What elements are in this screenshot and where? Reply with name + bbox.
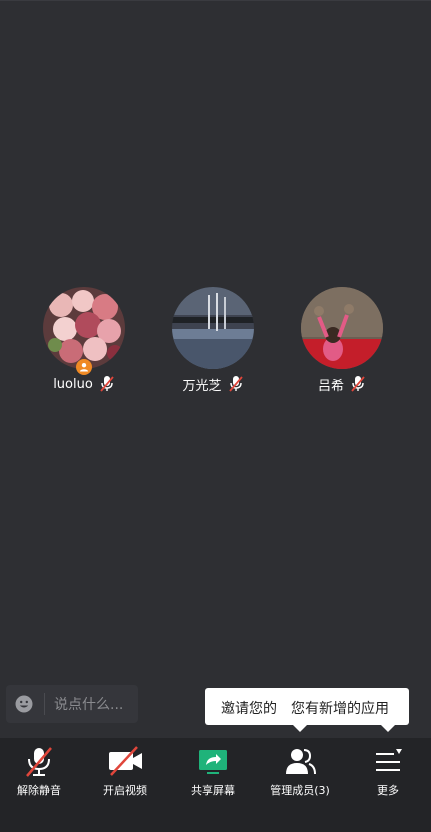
more-menu-icon bbox=[376, 749, 402, 771]
notification-tooltip[interactable]: 邀请您的 您有新增的应用 bbox=[205, 688, 409, 732]
start-video-label: 开启视频 bbox=[103, 784, 147, 797]
participant-name-row: 万光芝 bbox=[158, 375, 268, 394]
unmute-button[interactable]: 解除静音 bbox=[0, 738, 82, 832]
start-video-button[interactable]: 开启视频 bbox=[82, 738, 168, 832]
emoji-icon[interactable] bbox=[15, 695, 33, 713]
participant-grid: luoluo 万光芝 吕希 bbox=[0, 287, 431, 397]
share-screen-icon bbox=[199, 750, 227, 774]
manage-members-label: 管理成员(3) bbox=[270, 784, 330, 797]
participant-tile[interactable]: 吕希 bbox=[287, 287, 397, 397]
bottom-toolbar: 解除静音 开启视频 共享屏幕 管理成员(3) 更多 bbox=[0, 738, 431, 832]
avatar-image bbox=[301, 287, 383, 369]
mic-off-icon bbox=[351, 376, 365, 392]
participant-name: 吕希 bbox=[317, 378, 344, 394]
members-icon bbox=[286, 749, 316, 775]
avatar-image bbox=[172, 287, 254, 369]
participant-tile[interactable]: luoluo bbox=[29, 287, 139, 397]
video-off-icon bbox=[109, 746, 142, 776]
mic-off-icon bbox=[26, 747, 52, 777]
avatar bbox=[43, 287, 125, 375]
participant-name-row: 吕希 bbox=[287, 375, 397, 394]
tooltip-text-front: 您有新增的应用 bbox=[291, 698, 389, 718]
participant-name: luoluo bbox=[53, 376, 93, 392]
tooltip-arrow bbox=[381, 725, 395, 732]
top-divider bbox=[0, 0, 431, 1]
participant-tile[interactable]: 万光芝 bbox=[158, 287, 268, 397]
host-badge-icon bbox=[76, 359, 92, 375]
participant-name: 万光芝 bbox=[182, 378, 222, 394]
participant-name-row: luoluo bbox=[29, 375, 139, 393]
avatar-image bbox=[43, 287, 125, 369]
tooltip-text-back: 邀请您的 bbox=[221, 701, 277, 717]
mic-off-icon bbox=[228, 376, 243, 392]
share-screen-label: 共享屏幕 bbox=[191, 784, 235, 797]
chat-divider bbox=[44, 693, 45, 715]
tooltip-arrow bbox=[293, 725, 307, 732]
unmute-label: 解除静音 bbox=[17, 784, 61, 797]
mic-off-icon bbox=[100, 376, 114, 392]
more-label: 更多 bbox=[377, 784, 399, 797]
chat-placeholder: 说点什么... bbox=[54, 697, 124, 713]
share-screen-button[interactable]: 共享屏幕 bbox=[170, 738, 256, 832]
more-button[interactable]: 更多 bbox=[345, 738, 431, 832]
manage-members-button[interactable]: 管理成员(3) bbox=[257, 738, 343, 832]
chat-input[interactable]: 说点什么... bbox=[6, 685, 138, 723]
avatar bbox=[172, 287, 254, 369]
avatar bbox=[301, 287, 383, 369]
